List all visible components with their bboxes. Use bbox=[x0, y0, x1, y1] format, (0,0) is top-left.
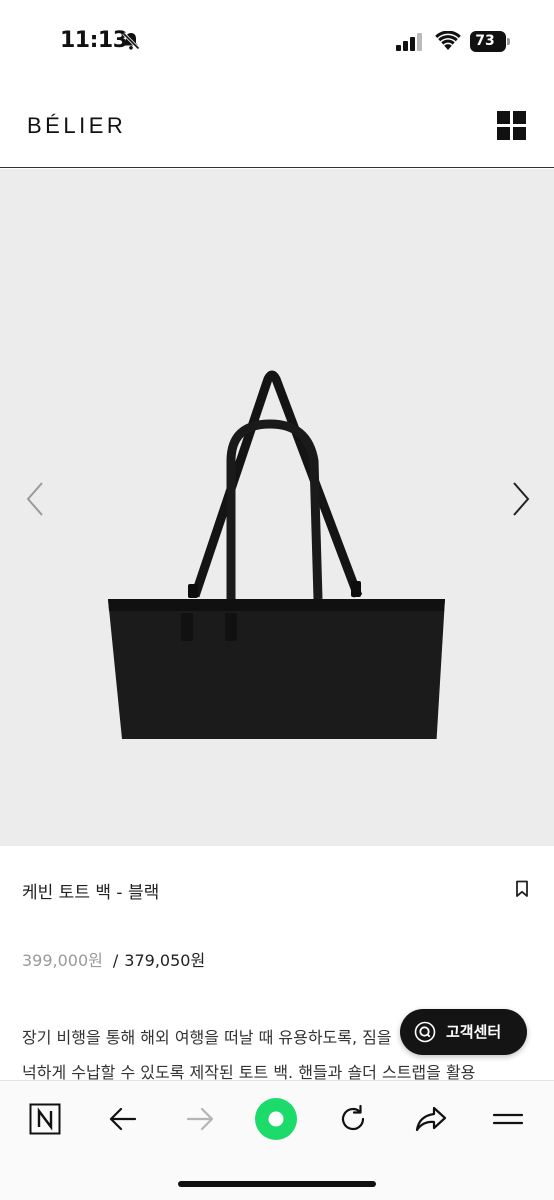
price-sale: 379,050원 bbox=[124, 951, 206, 970]
naver-n-icon[interactable] bbox=[22, 1099, 68, 1139]
status-time: 11:13 bbox=[60, 28, 128, 53]
green-home-icon[interactable] bbox=[253, 1098, 299, 1140]
customer-service-button[interactable]: 고객센터 bbox=[400, 1009, 527, 1055]
refresh-icon[interactable] bbox=[330, 1099, 376, 1139]
chat-q-icon bbox=[414, 1021, 436, 1043]
product-image-tote-bag bbox=[108, 370, 445, 739]
battery-tip bbox=[507, 38, 510, 45]
battery-icon: 73 bbox=[470, 31, 510, 52]
chevron-right-icon[interactable] bbox=[506, 479, 536, 519]
home-indicator bbox=[178, 1181, 376, 1187]
bookmark-icon[interactable] bbox=[515, 880, 529, 898]
price-original: 399,000원 bbox=[22, 951, 103, 970]
forward-arrow-icon[interactable] bbox=[177, 1099, 223, 1139]
back-arrow-icon[interactable] bbox=[100, 1099, 146, 1139]
status-bar: 11:13 73 bbox=[0, 0, 554, 84]
chevron-left-icon[interactable] bbox=[20, 479, 50, 519]
customer-service-label: 고객센터 bbox=[446, 1023, 502, 1041]
battery-level: 73 bbox=[475, 33, 495, 49]
menu-lines-icon[interactable] bbox=[485, 1099, 531, 1139]
bell-slash-icon bbox=[122, 32, 140, 50]
share-icon[interactable] bbox=[408, 1099, 454, 1139]
site-header: BÉLIER bbox=[0, 84, 554, 168]
price-separator: / bbox=[112, 951, 119, 970]
grid-menu-icon[interactable] bbox=[497, 111, 526, 140]
brand-logo[interactable]: BÉLIER bbox=[27, 113, 126, 139]
product-gallery[interactable] bbox=[0, 169, 554, 846]
wifi-icon bbox=[435, 31, 461, 50]
price-row: 399,000원 / 379,050원 bbox=[22, 947, 205, 971]
signal-icon bbox=[396, 33, 422, 51]
product-title: 케빈 토트 백 - 블랙 bbox=[22, 883, 160, 903]
